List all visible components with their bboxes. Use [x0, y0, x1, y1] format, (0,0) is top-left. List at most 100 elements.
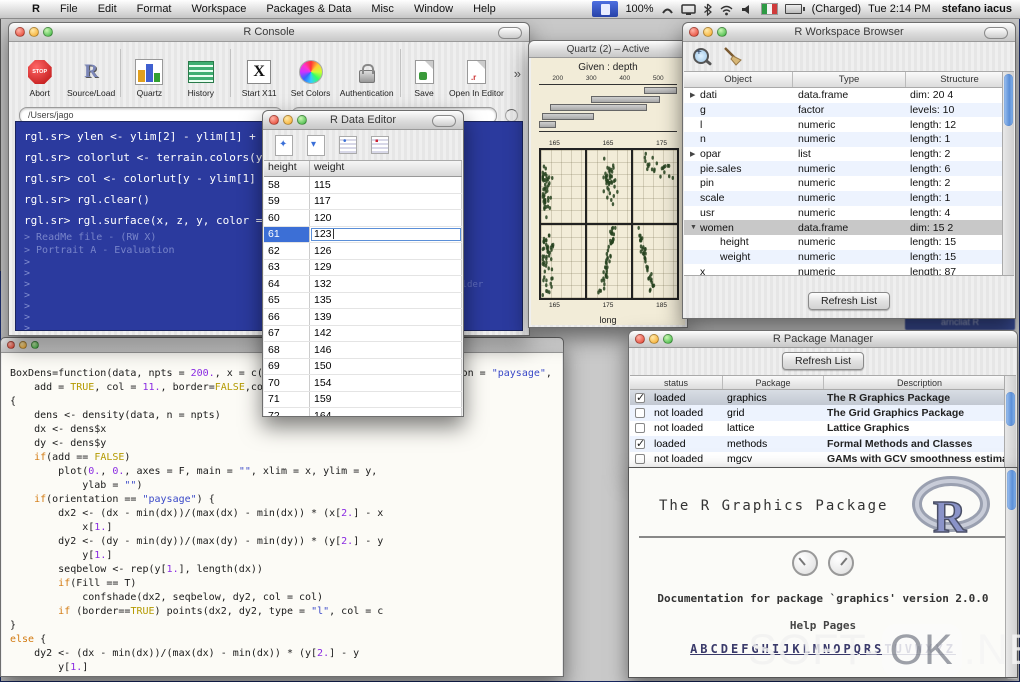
height-cell[interactable]: 69 — [264, 358, 310, 374]
authentication-button[interactable]: Authentication — [337, 45, 396, 101]
workspace-row[interactable]: ▶ opar list length: 2 — [684, 147, 1014, 162]
loaded-checkbox[interactable] — [635, 437, 645, 450]
table-header[interactable]: height weight — [264, 161, 462, 177]
open-in-editor-button[interactable]: Open In Editor — [445, 45, 508, 101]
menu-clock[interactable]: Tue 2:14 PM — [868, 3, 931, 15]
weight-cell[interactable]: 129 — [310, 259, 462, 275]
loaded-checkbox[interactable] — [635, 423, 645, 434]
minimize-button[interactable] — [19, 341, 27, 349]
workspace-row[interactable]: g factor levels: 10 — [684, 102, 1014, 118]
table-row[interactable]: 62 126 — [264, 243, 462, 260]
minimize-button[interactable] — [283, 115, 293, 125]
workspace-row[interactable]: pin numeric length: 2 — [684, 176, 1014, 191]
column-header-height[interactable]: height — [264, 161, 310, 176]
table-row[interactable]: 71 159 — [264, 391, 462, 408]
vertical-scrollbar[interactable] — [1004, 376, 1016, 468]
close-button[interactable] — [15, 27, 25, 37]
table-row[interactable]: 63 129 — [264, 259, 462, 276]
table-row[interactable]: 58 115 — [264, 177, 462, 194]
height-cell[interactable]: 70 — [264, 375, 310, 391]
table-row[interactable]: 61 123 — [264, 226, 462, 243]
weight-cell[interactable]: 135 — [310, 292, 462, 308]
height-cell[interactable]: 58 — [264, 177, 310, 193]
menu-item-workspace[interactable]: Workspace — [182, 0, 257, 18]
quartz-titlebar[interactable]: Quartz (2) – Active — [529, 41, 687, 58]
weight-cell[interactable]: 146 — [310, 342, 462, 358]
column-header-status[interactable]: status — [630, 376, 723, 389]
workspace-row[interactable]: l numeric length: 12 — [684, 117, 1014, 132]
menu-item-file[interactable]: File — [50, 0, 88, 18]
menu-item-r[interactable]: R — [22, 0, 50, 18]
table-row[interactable]: 59 117 — [264, 193, 462, 210]
column-header-description[interactable]: Description — [824, 376, 1016, 389]
toolbar-toggle-button[interactable] — [498, 27, 522, 39]
save-button[interactable]: Save — [405, 45, 443, 101]
zoom-button[interactable] — [717, 27, 727, 37]
zoom-button[interactable] — [31, 341, 39, 349]
console-titlebar[interactable]: R Console — [9, 23, 529, 42]
vertical-scrollbar[interactable] — [1002, 72, 1014, 275]
table-row[interactable]: 68 146 — [264, 342, 462, 359]
package-row[interactable]: loaded graphics The R Graphics Package — [630, 390, 1016, 406]
weight-cell[interactable]: 126 — [310, 243, 462, 259]
weight-cell[interactable]: 132 — [310, 276, 462, 292]
battery-icon[interactable] — [784, 4, 805, 14]
height-cell[interactable]: 63 — [264, 259, 310, 275]
loaded-checkbox[interactable] — [635, 408, 645, 419]
workspace-row[interactable]: height numeric length: 15 — [684, 235, 1014, 250]
disclosure-triangle[interactable]: ▼ — [690, 224, 698, 231]
package-row[interactable]: not loaded lattice Lattice Graphics — [630, 421, 1016, 436]
table-header[interactable]: Object Type Structure — [684, 72, 1014, 88]
column-header-type[interactable]: Type — [793, 72, 906, 87]
workspace-row[interactable]: ▼ women data.frame dim: 15 2 — [684, 220, 1014, 235]
minimize-button[interactable] — [649, 334, 659, 344]
weight-cell[interactable]: 115 — [310, 177, 462, 193]
volume-icon[interactable] — [741, 3, 754, 16]
menu-item-packages-data[interactable]: Packages & Data — [256, 0, 361, 18]
refresh-list-button[interactable]: Refresh List — [781, 352, 865, 370]
height-cell[interactable]: 64 — [264, 276, 310, 292]
workspace-row[interactable]: x numeric length: 87 — [684, 264, 1014, 275]
table-header[interactable]: status Package Description — [630, 376, 1016, 390]
zoom-button[interactable] — [663, 334, 673, 344]
height-cell[interactable]: 68 — [264, 342, 310, 358]
set-colors-button[interactable]: Set Colors — [286, 45, 335, 101]
abort-button[interactable]: STOP Abort — [15, 45, 64, 101]
menu-item-edit[interactable]: Edit — [88, 0, 127, 18]
workspace-row[interactable]: scale numeric length: 1 — [684, 190, 1014, 206]
source-load-button[interactable]: R Source/Load — [66, 45, 115, 101]
weight-cell[interactable]: 142 — [310, 325, 462, 341]
disclosure-triangle[interactable]: ▶ — [690, 150, 698, 158]
height-cell[interactable]: 72 — [264, 408, 310, 416]
table-row[interactable]: 64 132 — [264, 276, 462, 293]
forward-button[interactable] — [828, 550, 854, 576]
weight-cell[interactable]: 159 — [310, 391, 462, 407]
zoom-button[interactable] — [43, 27, 53, 37]
column-header-weight[interactable]: weight — [310, 161, 462, 176]
column-header-package[interactable]: Package — [723, 376, 824, 389]
package-row[interactable]: not loaded mgcv GAMs with GCV smoothness… — [630, 452, 1016, 467]
height-cell[interactable]: 67 — [264, 325, 310, 341]
workspace-row[interactable]: ▶ dati data.frame dim: 20 4 — [684, 88, 1014, 103]
menu-item-misc[interactable]: Misc — [361, 0, 404, 18]
weight-cell[interactable]: 139 — [310, 309, 462, 325]
zoom-button[interactable] — [297, 115, 307, 125]
column-header-object[interactable]: Object — [684, 72, 793, 87]
weight-cell[interactable]: 154 — [310, 375, 462, 391]
table-row[interactable]: 67 142 — [264, 325, 462, 342]
weight-cell[interactable]: 117 — [310, 193, 462, 209]
height-cell[interactable]: 60 — [264, 210, 310, 226]
workspace-titlebar[interactable]: R Workspace Browser — [683, 23, 1015, 42]
phone-icon[interactable] — [661, 3, 674, 16]
add-row-icon[interactable] — [339, 136, 357, 154]
r-document-menu-extra-icon[interactable] — [592, 1, 619, 17]
package-row[interactable]: loaded methods Formal Methods and Classe… — [630, 436, 1016, 452]
close-button[interactable] — [269, 115, 279, 125]
workspace-row[interactable]: n numeric length: 1 — [684, 132, 1014, 147]
height-cell[interactable]: 61 — [264, 226, 310, 242]
height-cell[interactable]: 65 — [264, 292, 310, 308]
table-row[interactable]: 60 120 — [264, 210, 462, 227]
close-button[interactable] — [7, 341, 15, 349]
remove-row-icon[interactable] — [371, 136, 389, 154]
start-x11-button[interactable]: X Start X11 — [234, 45, 283, 101]
